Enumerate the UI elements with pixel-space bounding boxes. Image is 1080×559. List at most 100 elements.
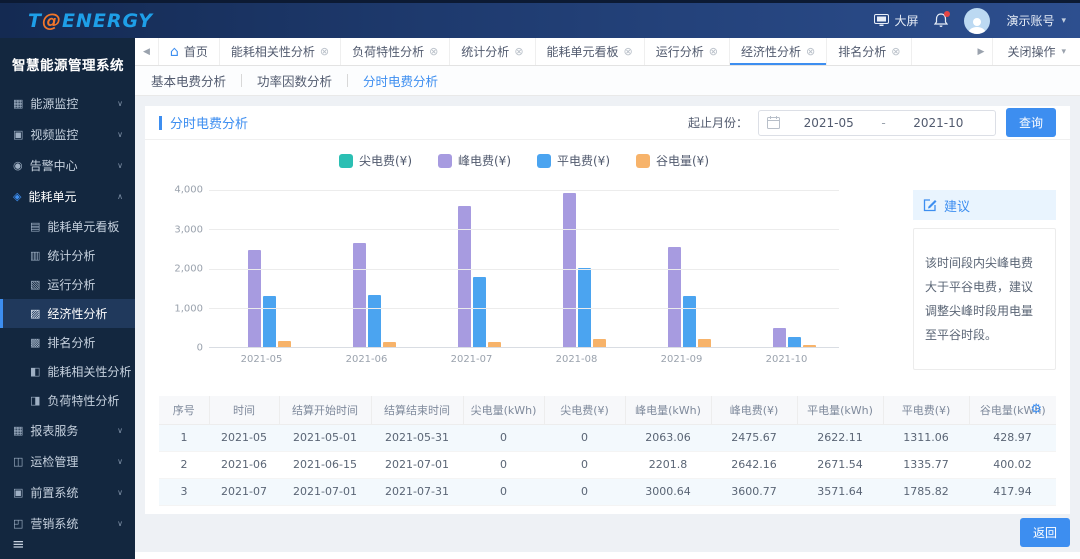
- legend-label: 谷电量(¥): [656, 154, 709, 168]
- close-icon[interactable]: ⊗: [891, 45, 900, 58]
- x-tick-label: 2021-08: [555, 354, 598, 365]
- big-screen-label: 大屏: [894, 14, 919, 28]
- tab-economic[interactable]: 经济性分析 ⊗: [730, 38, 828, 65]
- notification-bell-button[interactable]: [934, 11, 951, 28]
- column-header: 结算结束时间: [371, 396, 464, 425]
- table-cell: 417.94: [969, 478, 1056, 506]
- table-cell: 400.02: [969, 451, 1056, 479]
- tab-operation[interactable]: 运行分析 ⊗: [645, 38, 730, 65]
- account-menu[interactable]: 演示账号 ▾: [1006, 12, 1066, 29]
- sidebar-collapse-toggle[interactable]: ≡: [12, 535, 25, 553]
- sidebar-item-front-system[interactable]: ▣ 前置系统 ∨: [0, 477, 135, 508]
- sidebar-item-video-monitoring[interactable]: ▣ 视频监控 ∨: [0, 119, 135, 150]
- sidebar-item-economic-analysis[interactable]: ▨ 经济性分析: [0, 299, 135, 328]
- chart-plot: [209, 190, 839, 348]
- tab-ranking[interactable]: 排名分析 ⊗: [827, 38, 913, 65]
- chart-bar: [562, 192, 576, 347]
- energy-unit-icon: ◈: [13, 190, 22, 203]
- tab-label: 首页: [183, 45, 208, 59]
- table-row[interactable]: 3 2021-07 2021-07-01 2021-07-31 0 0 3000.64 360…: [159, 478, 1056, 506]
- avatar[interactable]: [964, 7, 991, 34]
- tab-home[interactable]: ⌂ 首页: [157, 38, 220, 65]
- start-month-value[interactable]: 2021-05: [780, 116, 877, 130]
- column-header: 平电费(¥): [883, 396, 970, 425]
- table-cell: 0: [544, 451, 625, 479]
- tab-label: 经济性分析: [741, 45, 802, 59]
- table-cell: 2021-08: [209, 505, 279, 514]
- table-row[interactable]: 1 2021-05 2021-05-01 2021-05-31 0 0 2063.06 247…: [159, 424, 1056, 452]
- tab-statistical[interactable]: 统计分析 ⊗: [450, 38, 536, 65]
- chart-bar: [667, 246, 681, 347]
- sidebar-item-label: 前置系统: [30, 486, 79, 500]
- sidebar-item-statistical-analysis[interactable]: ▥ 统计分析: [0, 241, 135, 270]
- tabs-scroll-left-icon[interactable]: ◀: [135, 38, 158, 65]
- load-characteristic-analysis-icon: ◨: [30, 394, 41, 407]
- close-icon[interactable]: ⊗: [320, 45, 329, 58]
- sidebar-item-energy-unit-board[interactable]: ▤ 能耗单元看板: [0, 212, 135, 241]
- table-cell: 2: [159, 451, 209, 479]
- sidebar-item-label: 运检管理: [30, 455, 79, 469]
- table-cell: 1311.06: [883, 424, 969, 452]
- sidebar-item-label: 运行分析: [47, 278, 96, 292]
- tab-label: 能耗相关性分析: [230, 45, 315, 59]
- tab-energy-correlation[interactable]: 能耗相关性分析 ⊗: [220, 38, 342, 65]
- column-header: 峰电费(¥): [711, 396, 798, 425]
- sidebar-item-inspection-management[interactable]: ◫ 运检管理 ∨: [0, 446, 135, 477]
- sidebar-item-energy-monitoring[interactable]: ▦ 能源监控 ∨: [0, 88, 135, 119]
- column-header: 尖电量(kWh): [463, 396, 545, 425]
- table-cell: 3: [159, 478, 209, 506]
- sidebar-item-load-characteristic-analysis[interactable]: ◨ 负荷特性分析: [0, 386, 135, 415]
- chart-bar: [472, 276, 486, 347]
- footer-strip: [135, 552, 1080, 559]
- legend-item[interactable]: 峰电费(¥): [438, 152, 511, 169]
- end-month-value[interactable]: 2021-10: [890, 116, 987, 130]
- table-row[interactable]: 2 2021-06 2021-06-15 2021-07-01 0 0 2201.8 2642…: [159, 451, 1056, 479]
- chart-bar: [262, 295, 276, 347]
- back-button[interactable]: 返回: [1019, 518, 1070, 547]
- sidebar-item-label: 营销系统: [30, 517, 79, 531]
- close-icon[interactable]: ⊗: [709, 45, 718, 58]
- sidebar-item-label: 告警中心: [29, 159, 78, 173]
- tab-energy-unit-board[interactable]: 能耗单元看板 ⊗: [536, 38, 645, 65]
- close-icon[interactable]: ⊗: [429, 45, 438, 58]
- tab-load-characteristic[interactable]: 负荷特性分析 ⊗: [341, 38, 451, 65]
- chart-x-axis: 2021-05 2021-06 2021-07 2021-08 2021-09 2021-…: [209, 354, 839, 365]
- close-icon[interactable]: ⊗: [514, 45, 523, 58]
- table-row[interactable]: 42021-082021-08-012021-08-31003275.53930…: [159, 505, 1056, 514]
- sidebar-item-alarm-center[interactable]: ◉ 告警中心 ∨: [0, 150, 135, 181]
- month-range-picker[interactable]: 2021-05 - 2021-10: [757, 109, 996, 136]
- sidebar-item-energy-correlation-analysis[interactable]: ◧ 能耗相关性分析: [0, 357, 135, 386]
- card-header: 分时电费分析 起止月份： 2021-05 - 2021-10 查询: [145, 106, 1070, 140]
- query-button[interactable]: 查询: [1005, 108, 1056, 137]
- chart-bar: [352, 243, 366, 347]
- operation-analysis-icon: ▧: [30, 278, 41, 291]
- big-screen-button[interactable]: 大屏: [874, 12, 918, 29]
- table-cell: 3930.16: [711, 505, 797, 514]
- legend-item[interactable]: 尖电费(¥): [339, 152, 412, 169]
- logo-text: ENERGY: [61, 9, 154, 32]
- chart-bar: [247, 249, 261, 347]
- close-icon[interactable]: ⊗: [806, 45, 815, 58]
- tabs-scroll-right-icon[interactable]: ▶: [970, 38, 993, 65]
- column-header: 峰电量(kWh): [625, 396, 712, 425]
- close-icon[interactable]: ⊗: [624, 45, 633, 58]
- legend-item[interactable]: 谷电量(¥): [636, 152, 709, 169]
- sidebar-item-ranking-analysis[interactable]: ▩ 排名分析: [0, 328, 135, 357]
- subtab-basic-electricity-fee[interactable]: 基本电费分析: [149, 71, 228, 90]
- table-cell: 0: [463, 478, 544, 506]
- legend-item[interactable]: 平电费(¥): [537, 152, 610, 169]
- title-accent-bar: [159, 115, 162, 130]
- table-cell: 2021-08-01: [279, 505, 371, 514]
- sidebar-item-report-service[interactable]: ▦ 报表服务 ∨: [0, 415, 135, 446]
- subtab-power-factor[interactable]: 功率因数分析: [255, 71, 334, 90]
- chevron-down-icon: ▾: [1061, 46, 1066, 57]
- ranking-analysis-icon: ▩: [30, 336, 41, 349]
- close-operations-menu[interactable]: 关闭操作 ▾: [992, 38, 1080, 65]
- subtab-time-of-use-fee[interactable]: 分时电费分析: [361, 71, 440, 90]
- sidebar-item-operation-analysis[interactable]: ▧ 运行分析: [0, 270, 135, 299]
- sidebar-item-energy-unit[interactable]: ◈ 能耗单元 ∧: [0, 181, 135, 212]
- sidebar-item-label: 统计分析: [47, 249, 96, 263]
- table-settings-gear-icon[interactable]: ⚙: [1030, 403, 1042, 416]
- gridline: [209, 307, 839, 309]
- tab-label: 排名分析: [838, 45, 887, 59]
